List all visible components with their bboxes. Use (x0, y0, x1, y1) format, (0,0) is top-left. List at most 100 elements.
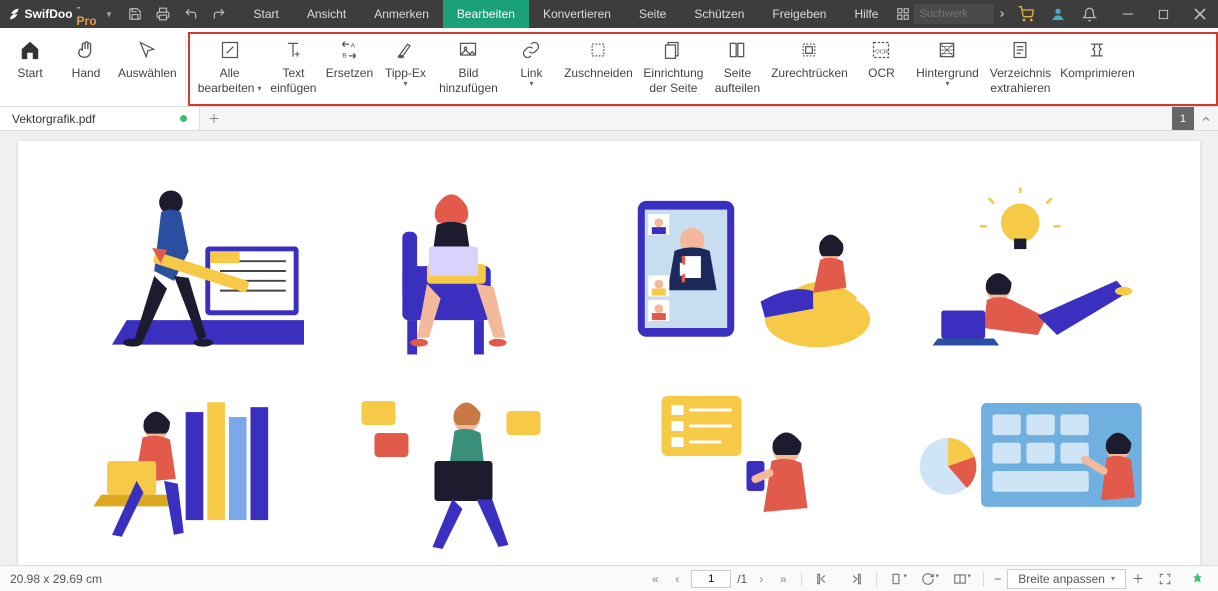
ocr-icon: OCR (871, 40, 891, 60)
ribbon-insert-text[interactable]: Texteinfügen (265, 34, 321, 106)
page-dimensions: 20.98 x 29.69 cm (10, 572, 102, 586)
maximize-icon[interactable] (1146, 0, 1182, 28)
document-tab[interactable]: Vektorgrafik.pdf (0, 107, 200, 130)
minimize-icon[interactable] (1110, 0, 1146, 28)
straighten-icon (799, 40, 819, 60)
window-controls (1110, 0, 1218, 28)
text-icon (283, 40, 303, 60)
hand-icon (75, 39, 97, 61)
next-page-icon[interactable]: › (753, 572, 769, 586)
single-page-view-icon[interactable]: ▾ (887, 572, 909, 586)
illustration-4 (915, 171, 1161, 371)
menu-convert[interactable]: Konvertieren (529, 0, 625, 28)
fullscreen-icon[interactable] (1154, 572, 1176, 586)
apps-icon[interactable] (892, 0, 913, 28)
menu-share[interactable]: Freigeben (758, 0, 840, 28)
whiteout-icon (395, 40, 415, 60)
prev-view-icon[interactable] (812, 572, 834, 586)
split-icon (727, 40, 747, 60)
edit-icon (220, 40, 240, 60)
zoom-controls: − Breite anpassen ▾ ＋ (994, 569, 1144, 589)
read-mode-icon[interactable]: ▾ (951, 572, 973, 586)
app-logo: SwifDoo -Pro ▼ (0, 0, 121, 28)
rotate-view-icon[interactable]: ▾ (919, 572, 941, 586)
redo-icon[interactable] (205, 0, 233, 28)
page-total: /1 (737, 572, 747, 586)
app-name: SwifDoo (25, 7, 73, 21)
svg-text:B: B (343, 53, 348, 60)
illustration-6 (344, 391, 590, 551)
prev-page-icon[interactable]: ‹ (669, 572, 685, 586)
print-icon[interactable] (149, 0, 177, 28)
ribbon-ocr[interactable]: OCR OCR (853, 34, 909, 106)
add-tab-button[interactable]: ＋ (200, 107, 228, 130)
ribbon-edit-group-highlight: Allebearbeiten▾ Texteinfügen AB Ersetzen… (188, 32, 1218, 106)
pin-icon[interactable] (1186, 572, 1208, 585)
link-icon (521, 40, 541, 60)
user-icon[interactable] (1042, 0, 1074, 28)
image-icon (458, 40, 478, 60)
main-menu: Start Ansicht Anmerken Bearbeiten Konver… (239, 0, 892, 28)
zoom-fit-dropdown[interactable]: Breite anpassen ▾ (1007, 569, 1126, 589)
zoom-out-icon[interactable]: − (994, 572, 1001, 586)
page-number-input[interactable] (691, 570, 731, 588)
save-icon[interactable] (121, 0, 149, 28)
page-nav: « ‹ /1 › » (647, 570, 791, 588)
ribbon-select[interactable]: Auswählen (114, 34, 181, 106)
ribbon-add-image[interactable]: Bildhinzufügen (433, 34, 503, 106)
menu-help[interactable]: Hilfe (840, 0, 892, 28)
feather-icon (8, 7, 21, 21)
next-view-icon[interactable] (844, 572, 866, 586)
document-area[interactable] (0, 131, 1218, 565)
menu-start[interactable]: Start (239, 0, 292, 28)
svg-text:OCR: OCR (876, 49, 889, 55)
menu-protect[interactable]: Schützen (680, 0, 758, 28)
ribbon-hand[interactable]: Hand (58, 34, 114, 106)
background-icon (937, 40, 957, 60)
bell-icon[interactable] (1074, 0, 1106, 28)
app-dropdown-icon[interactable]: ▼ (105, 10, 113, 19)
chevron-right-icon[interactable] (994, 0, 1010, 28)
app-pro: -Pro (77, 0, 98, 28)
extract-icon (1010, 40, 1030, 60)
last-page-icon[interactable]: » (775, 572, 791, 586)
illustration-1 (58, 171, 304, 371)
first-page-icon[interactable]: « (647, 572, 663, 586)
cursor-icon (137, 40, 157, 60)
tab-filename: Vektorgrafik.pdf (12, 112, 95, 126)
tabbar: Vektorgrafik.pdf ＋ 1 (0, 107, 1218, 131)
unsaved-dot-icon (180, 115, 187, 122)
illustration-3 (629, 171, 875, 371)
search-box[interactable] (914, 4, 995, 24)
ribbon-split-page[interactable]: Seiteaufteilen (709, 34, 765, 106)
close-icon[interactable] (1182, 0, 1218, 28)
ribbon-crop[interactable]: Zuschneiden (559, 34, 637, 106)
ribbon-replace[interactable]: AB Ersetzen (321, 34, 377, 106)
ribbon-compress[interactable]: Komprimieren (1055, 34, 1139, 106)
undo-icon[interactable] (177, 0, 205, 28)
crop-icon (588, 40, 608, 60)
ribbon-edit-all[interactable]: Allebearbeiten▾ (194, 34, 266, 106)
page-setup-icon (663, 40, 683, 60)
ribbon-background[interactable]: Hintergrund▾ (909, 34, 985, 106)
titlebar-right-icons (1010, 0, 1106, 28)
menu-edit[interactable]: Bearbeiten (443, 0, 529, 28)
zoom-in-icon[interactable]: ＋ (1132, 570, 1144, 587)
ribbon-page-setup[interactable]: Einrichtungder Seite (637, 34, 709, 106)
search-input[interactable] (920, 8, 980, 20)
replace-icon: AB (339, 40, 359, 60)
ribbon-extract-toc[interactable]: Verzeichnisextrahieren (985, 34, 1055, 106)
collapse-ribbon-icon[interactable] (1194, 107, 1218, 130)
illustration-7 (629, 391, 875, 551)
menu-page[interactable]: Seite (625, 0, 680, 28)
menu-view[interactable]: Ansicht (293, 0, 360, 28)
menu-annotate[interactable]: Anmerken (360, 0, 443, 28)
page-count-badge: 1 (1172, 107, 1194, 130)
home-icon (19, 39, 41, 61)
ribbon-home[interactable]: Start (2, 34, 58, 106)
ribbon-tippex[interactable]: Tipp-Ex▾ (377, 34, 433, 106)
ribbon-link[interactable]: Link▾ (503, 34, 559, 106)
ribbon-straighten[interactable]: Zurechtrücken (765, 34, 853, 106)
illustration-5 (58, 391, 304, 551)
shopping-cart-icon[interactable] (1010, 0, 1042, 28)
